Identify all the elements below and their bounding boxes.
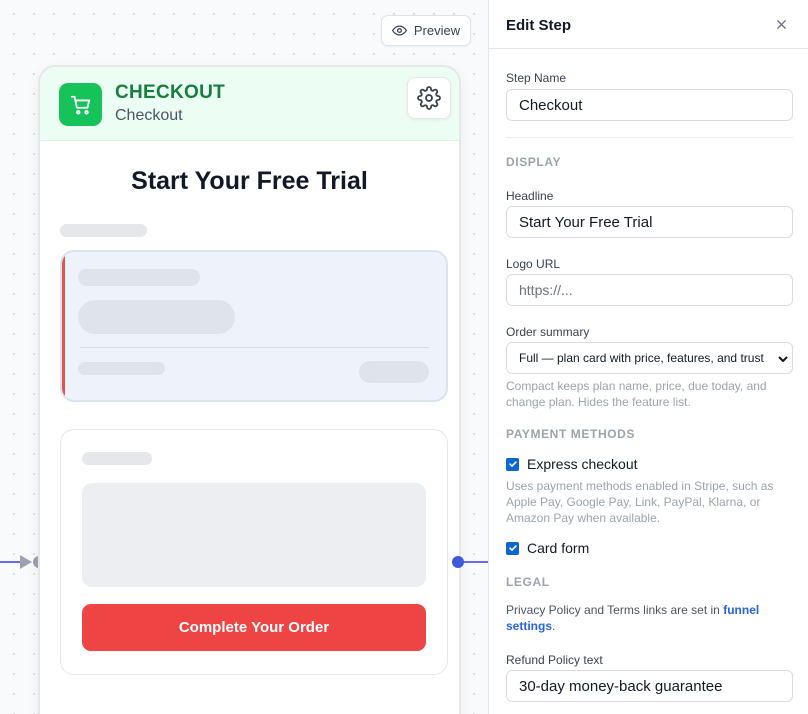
skeleton-line [78,362,165,375]
headline-field[interactable]: Start Your Free Trial [506,206,793,238]
skeleton-pill [359,361,429,383]
panel-header: Edit Step [489,0,808,49]
card-form-checkbox[interactable] [506,541,519,555]
panel-title: Edit Step [506,17,572,34]
logo-url-label: Logo URL [506,257,561,271]
order-summary-preview [60,250,448,402]
express-checkout-label: Express checkout [527,456,638,472]
card-form-label: Card form [527,540,590,556]
express-checkout-option[interactable]: Express checkout [506,456,638,472]
legal-text: Privacy Policy and Terms links are set i… [506,603,724,617]
payment-methods-heading: PAYMENT METHODS [506,427,636,441]
output-handle[interactable] [452,556,464,568]
logo-url-field[interactable]: https://... [506,274,793,306]
gear-icon [417,86,441,110]
divider [506,137,793,138]
accent-bar [62,252,65,400]
edge-arrow-icon [20,555,32,569]
close-icon[interactable] [774,17,789,32]
node-header: CHECKOUT Checkout [40,67,459,141]
payment-preview: Complete Your Order [60,429,448,675]
card-form-placeholder [82,483,426,587]
headline-label: Headline [506,189,554,203]
node-type-label: CHECKOUT [115,82,226,103]
display-section-heading: DISPLAY [506,155,562,169]
node-settings-button[interactable] [407,77,451,119]
skeleton-line [60,224,147,237]
cart-icon [59,83,102,126]
skeleton-block [78,300,235,334]
skeleton-line [82,452,152,465]
preview-button[interactable]: Preview [381,15,471,46]
skeleton-line [78,269,200,286]
card-form-option[interactable]: Card form [506,540,589,556]
order-summary-label: Order summary [506,325,590,339]
edit-step-panel: Edit Step Step Name Checkout DISPLAY Hea… [488,0,808,714]
step-name-label: Step Name [506,71,567,85]
eye-icon [391,25,407,36]
legal-note: Privacy Policy and Terms links are set i… [506,602,796,634]
order-summary-select[interactable]: Full — plan card with price, features, a… [506,342,793,374]
checkout-node[interactable]: CHECKOUT Checkout Start Your Free Trial … [38,65,461,714]
preview-headline: Start Your Free Trial [131,167,368,195]
order-summary-value: Full — plan card with price, features, a… [519,351,764,365]
legal-text-end: . [552,619,556,633]
preview-label: Preview [413,23,461,38]
refund-policy-label: Refund Policy text [506,653,603,667]
divider [80,347,429,348]
refund-policy-field[interactable]: 30-day money-back guarantee [506,670,793,702]
outgoing-edge[interactable] [462,561,488,563]
complete-order-button[interactable]: Complete Your Order [82,604,426,651]
order-summary-help: Compact keeps plan name, price, due toda… [506,379,767,409]
node-name: Checkout [115,107,183,124]
chevron-down-icon [778,356,788,362]
legal-section-heading: LEGAL [506,575,550,589]
check-icon [508,461,517,467]
step-name-field[interactable]: Checkout [506,89,793,121]
express-checkout-checkbox[interactable] [506,457,519,471]
express-checkout-help: Uses payment methods enabled in Stripe, … [506,479,774,525]
check-icon [508,545,517,551]
flow-canvas[interactable]: Preview CHECKOUT Checkout Start Your Fre… [0,0,488,714]
